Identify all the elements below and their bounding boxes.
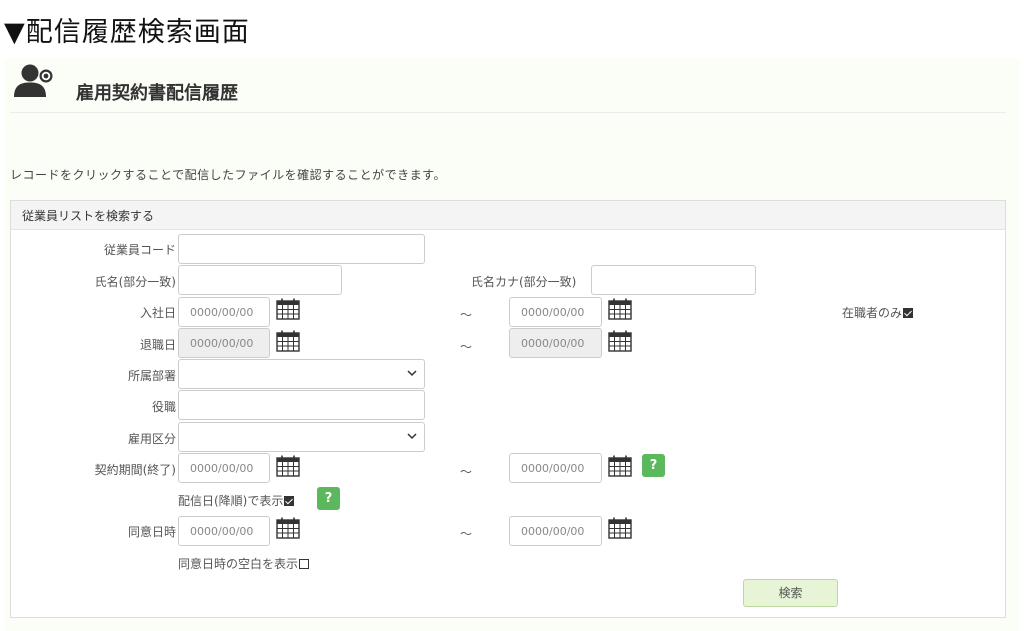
show-blank-consent-label: 同意日時の空白を表示 bbox=[178, 557, 299, 571]
page-title: 雇用契約書配信履歴 bbox=[76, 83, 238, 104]
employment-type-label: 雇用区分 bbox=[127, 432, 176, 446]
sort-by-delivery-label: 配信日(降順)で表示 bbox=[178, 494, 284, 508]
department-select[interactable] bbox=[178, 359, 425, 389]
name-kana-input[interactable] bbox=[591, 265, 756, 295]
show-blank-consent-check[interactable] bbox=[299, 559, 310, 569]
contract-end-to-input[interactable] bbox=[509, 453, 602, 483]
consent-to-input[interactable] bbox=[509, 516, 602, 546]
active-only-label: 在職者のみ bbox=[842, 306, 903, 320]
consent-from-input[interactable] bbox=[178, 516, 270, 546]
position-input[interactable] bbox=[178, 390, 425, 420]
sort-by-delivery-check[interactable] bbox=[284, 496, 295, 506]
calendar-icon[interactable] bbox=[608, 298, 632, 320]
name-kana-label: 氏名カナ(部分一致) bbox=[471, 275, 577, 289]
show-blank-consent-checkbox[interactable]: 同意日時の空白を表示 bbox=[178, 555, 310, 572]
retire-date-from-input[interactable] bbox=[178, 328, 270, 358]
calendar-icon[interactable] bbox=[276, 517, 300, 539]
instruction-text: レコードをクリックすることで配信したファイルを確認することができます。 bbox=[10, 168, 446, 182]
contract-end-from-input[interactable] bbox=[178, 453, 270, 483]
retire-date-label: 退職日 bbox=[139, 338, 176, 352]
sort-by-delivery-checkbox[interactable]: 配信日(降順)で表示 bbox=[178, 492, 295, 509]
calendar-icon[interactable] bbox=[608, 517, 632, 539]
hire-date-from-input[interactable] bbox=[178, 297, 270, 327]
calendar-icon[interactable] bbox=[608, 330, 632, 352]
search-panel-header bbox=[11, 201, 1005, 230]
employee-code-input[interactable] bbox=[178, 234, 425, 264]
hire-date-to-input[interactable] bbox=[509, 297, 602, 327]
department-label: 所属部署 bbox=[127, 369, 176, 383]
chevron-down-icon bbox=[407, 433, 417, 440]
consent-datetime-label: 同意日時 bbox=[127, 525, 176, 539]
range-separator: ～ bbox=[460, 465, 473, 479]
active-only-checkbox[interactable]: 在職者のみ bbox=[842, 304, 914, 321]
active-only-check[interactable] bbox=[903, 308, 914, 318]
calendar-icon[interactable] bbox=[608, 455, 632, 477]
chevron-down-icon bbox=[407, 370, 417, 377]
contract-end-help-button[interactable]: ? bbox=[642, 454, 665, 477]
calendar-icon[interactable] bbox=[276, 298, 300, 320]
retire-date-to-input[interactable] bbox=[509, 328, 602, 358]
page-caption: ▼配信履歴検索画面 bbox=[4, 17, 250, 48]
contract-end-label: 契約期間(終了) bbox=[94, 463, 176, 477]
search-panel-title: 従業員リストを検索する bbox=[22, 209, 155, 223]
employment-type-select[interactable] bbox=[178, 422, 425, 452]
position-label: 役職 bbox=[151, 400, 176, 414]
name-label: 氏名(部分一致) bbox=[94, 275, 176, 289]
sort-help-button[interactable]: ? bbox=[317, 487, 340, 510]
employee-code-label: 従業員コード bbox=[103, 243, 176, 257]
name-input[interactable] bbox=[178, 265, 342, 295]
calendar-icon[interactable] bbox=[276, 455, 300, 477]
range-separator: ～ bbox=[460, 340, 473, 354]
user-add-icon bbox=[14, 64, 53, 97]
hire-date-label: 入社日 bbox=[139, 306, 176, 320]
header-divider bbox=[10, 112, 1006, 113]
calendar-icon[interactable] bbox=[276, 330, 300, 352]
range-separator: ～ bbox=[460, 308, 473, 322]
search-button[interactable]: 検索 bbox=[743, 579, 838, 607]
range-separator: ～ bbox=[460, 527, 473, 541]
